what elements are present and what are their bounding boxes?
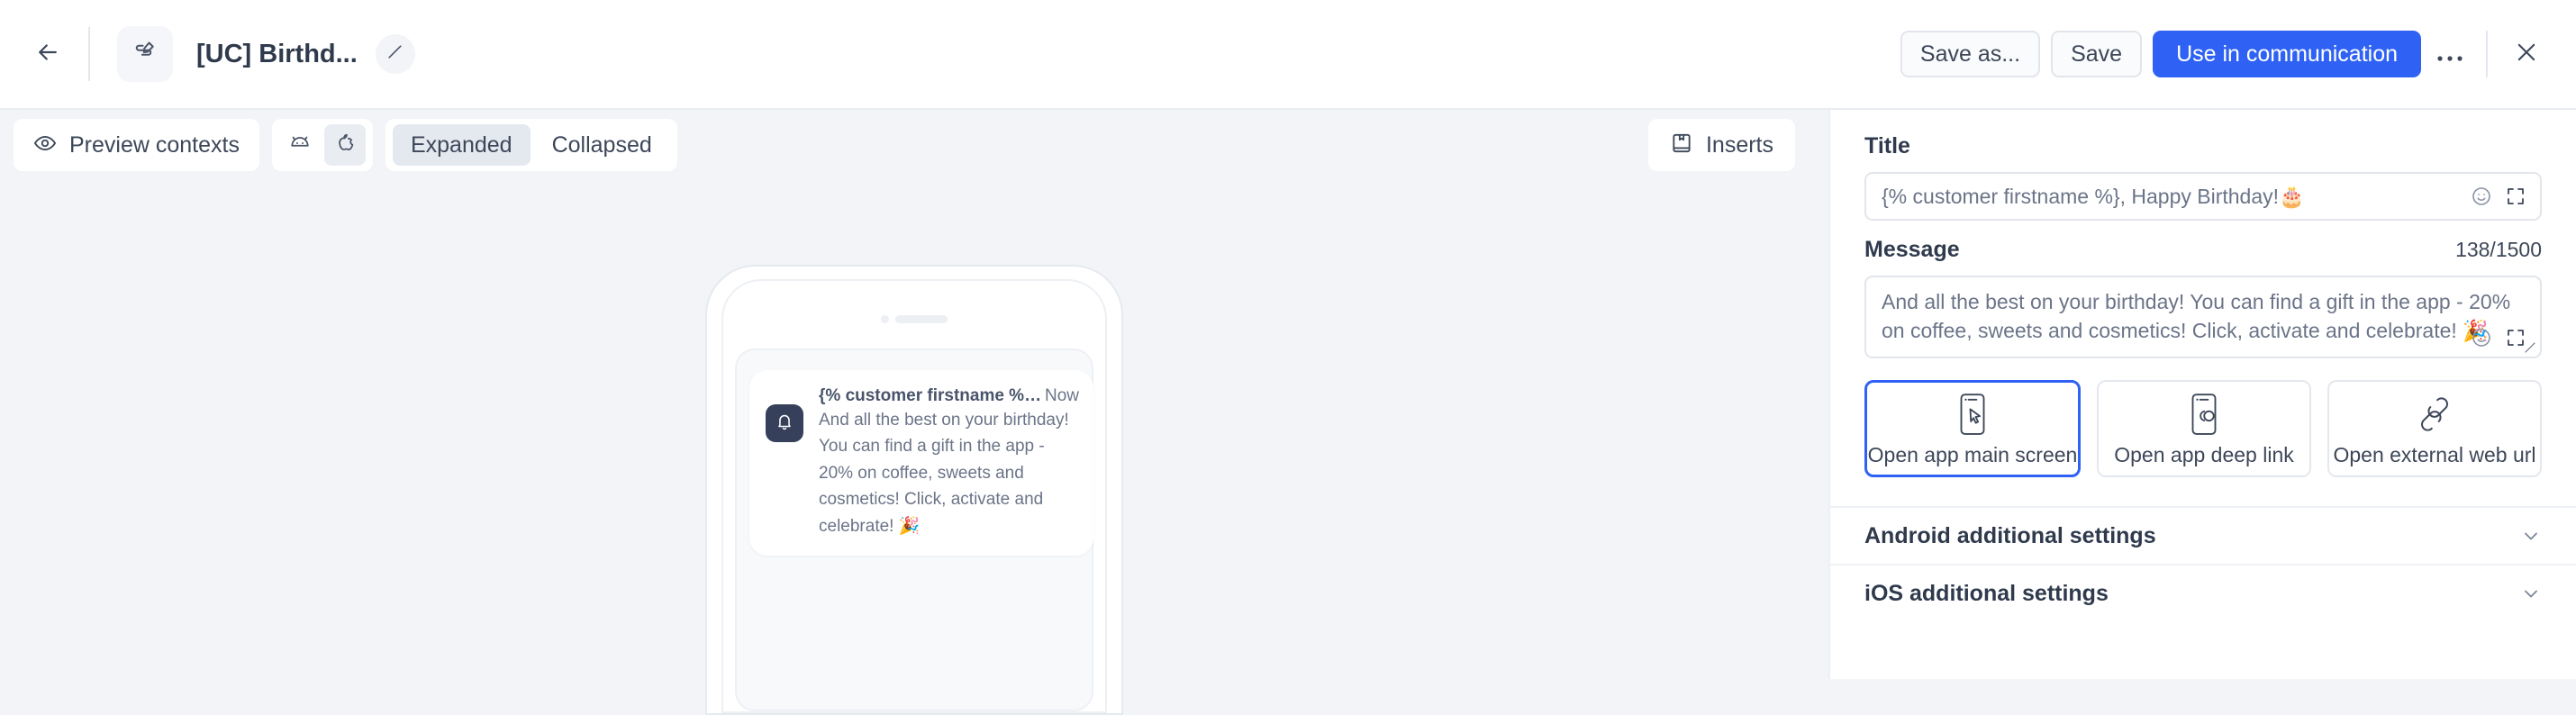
title-input-value: {% customer firstname %}, Happy Birthday… <box>1882 184 2305 208</box>
link-icon <box>2415 391 2454 438</box>
ellipsis-icon <box>2436 39 2463 69</box>
action-cards-row: Open app main screen Open app deep link <box>1864 380 2542 477</box>
inserts-label: Inserts <box>1705 131 1773 158</box>
rename-title-button[interactable] <box>375 34 415 74</box>
action-cards-group: Open app main screen Open app deep link <box>1830 380 2576 477</box>
apple-icon <box>333 131 357 159</box>
accordion-android-additional-settings[interactable]: Android additional settings <box>1830 506 2576 564</box>
action-card-open-app-deep-link[interactable]: Open app deep link <box>2097 380 2311 477</box>
chevron-down-icon <box>2520 525 2542 547</box>
phone-mockup: {% customer firstname %}, Hap... Now And… <box>705 265 1123 715</box>
phone-link-icon <box>2189 391 2219 438</box>
title-field-group: Title {% customer firstname %}, Happy Bi… <box>1830 110 2576 221</box>
message-field-group: Message 138/1500 And all the best on you… <box>1830 221 2576 358</box>
notification-time: Now <box>1044 386 1079 405</box>
message-textarea[interactable]: And all the best on your birthday! You c… <box>1864 276 2542 358</box>
message-label-row: Message 138/1500 <box>1864 237 2542 263</box>
additional-settings-accordions: Android additional settings iOS addition… <box>1830 506 2576 621</box>
notification-card[interactable]: {% customer firstname %}, Hap... Now And… <box>749 370 1093 557</box>
accordion-ios-additional-settings[interactable]: iOS additional settings <box>1830 564 2576 621</box>
save-button[interactable]: Save <box>2051 31 2143 77</box>
title-field-label: Title <box>1864 133 1910 158</box>
action-card-label: Open external web url <box>2333 442 2536 466</box>
emoji-icon[interactable] <box>2470 326 2493 349</box>
state-expanded-button[interactable]: Expanded <box>392 124 531 166</box>
action-card-label: Open app main screen <box>1867 442 2078 466</box>
camera-dot-icon <box>881 315 889 323</box>
preview-pane: Preview contexts Expanded Collapsed Inse… <box>0 110 1828 715</box>
message-textarea-value: And all the best on your birthday! You c… <box>1882 290 2511 342</box>
header-divider <box>88 27 90 81</box>
message-textarea-icons <box>2470 326 2527 349</box>
page-title: [UC] Birthd... <box>196 39 358 68</box>
state-toggle-group: Expanded Collapsed <box>385 119 677 171</box>
pencil-icon <box>386 43 404 65</box>
chevron-down-icon <box>2520 583 2542 604</box>
accordion-label: Android additional settings <box>1864 522 2156 548</box>
emoji-icon[interactable] <box>2470 185 2493 208</box>
close-icon <box>2514 40 2539 69</box>
preview-toolbar: Preview contexts Expanded Collapsed Inse… <box>0 110 1828 180</box>
inserts-button[interactable]: Inserts <box>1647 119 1795 171</box>
notification-body: {% customer firstname %}, Hap... Now And… <box>819 386 1079 539</box>
os-toggle-group <box>271 119 373 171</box>
title-label-row: Title <box>1864 133 2542 159</box>
book-icon <box>1670 131 1693 159</box>
back-button[interactable] <box>20 26 76 82</box>
action-card-open-app-main-screen[interactable]: Open app main screen <box>1864 380 2081 477</box>
arrow-left-icon <box>34 39 61 70</box>
expand-icon[interactable] <box>2504 185 2527 208</box>
more-options-button[interactable] <box>2426 31 2473 77</box>
action-card-open-external-web-url[interactable]: Open external web url <box>2327 380 2542 477</box>
action-card-label: Open app deep link <box>2114 442 2294 466</box>
resize-grip-icon[interactable] <box>2524 341 2536 354</box>
title-input[interactable]: {% customer firstname %}, Happy Birthday… <box>1864 172 2542 221</box>
close-button[interactable] <box>2500 28 2553 80</box>
header-divider-2 <box>2486 31 2488 77</box>
message-character-counter: 138/1500 <box>2455 238 2542 261</box>
android-icon <box>288 131 312 159</box>
top-header-bar: [UC] Birthd... Save as... Save Use in co… <box>0 0 2576 110</box>
title-input-icons <box>2470 185 2527 208</box>
header-actions: Save as... Save Use in communication <box>1900 28 2576 80</box>
phone-screen: {% customer firstname %}, Hap... Now And… <box>721 279 1107 713</box>
state-collapsed-button[interactable]: Collapsed <box>534 124 670 166</box>
message-field-label: Message <box>1864 237 1960 262</box>
settings-panel: Title {% customer firstname %}, Happy Bi… <box>1828 110 2576 679</box>
use-in-communication-button[interactable]: Use in communication <box>2153 31 2421 77</box>
channel-icon-tile <box>117 26 173 82</box>
phone-notch <box>881 315 948 323</box>
notification-text: And all the best on your birthday! You c… <box>819 411 1069 536</box>
notification-app-icon <box>766 404 803 442</box>
push-edit-icon <box>132 39 159 70</box>
os-toggle-ios[interactable] <box>323 124 366 166</box>
bell-icon <box>775 412 794 436</box>
notification-title: {% customer firstname %}, Hap... <box>819 386 1043 405</box>
preview-contexts-label: Preview contexts <box>69 131 240 158</box>
preview-contexts-button[interactable]: Preview contexts <box>14 119 259 171</box>
eye-icon <box>33 131 57 159</box>
accordion-label: iOS additional settings <box>1864 580 2109 606</box>
notification-header-row: {% customer firstname %}, Hap... Now <box>819 386 1079 406</box>
phone-cursor-icon <box>1957 391 1988 438</box>
speaker-slot-icon <box>895 315 948 323</box>
os-toggle-android[interactable] <box>279 124 321 166</box>
notification-stack: {% customer firstname %}, Hap... Now And… <box>735 348 1093 711</box>
save-as-button[interactable]: Save as... <box>1900 31 2041 77</box>
